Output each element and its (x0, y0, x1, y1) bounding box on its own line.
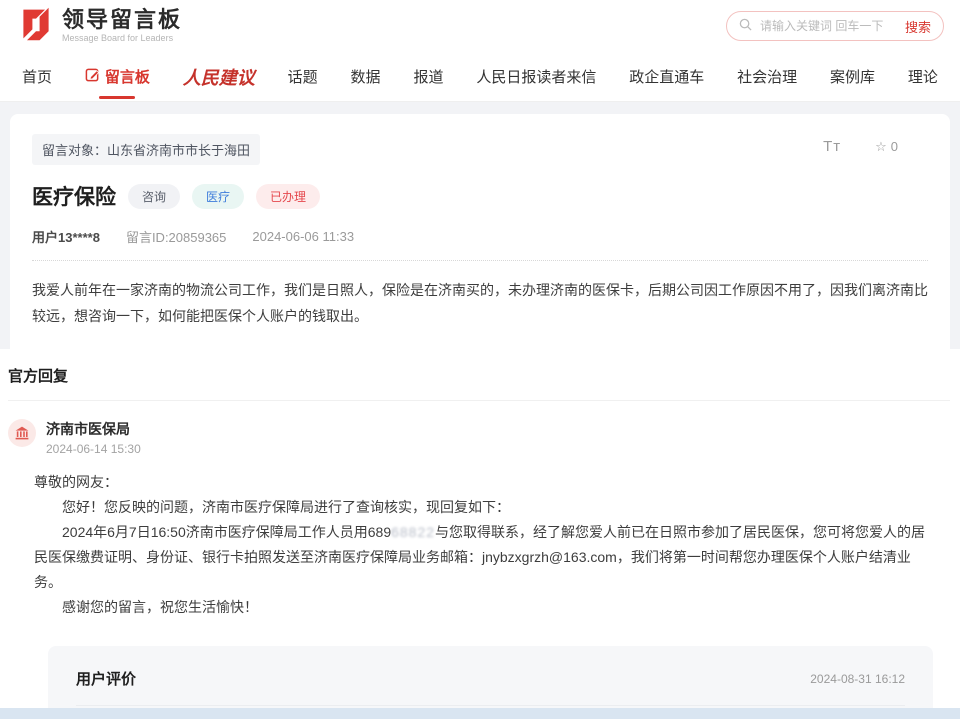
official-reply-section: 官方回复 济南市医保局 2024-06-14 15:30 尊敬的网友： 您好！您… (0, 349, 960, 719)
search-box[interactable]: 搜索 (726, 11, 944, 41)
search-submit-button[interactable]: 搜索 (905, 17, 931, 36)
search-input[interactable] (760, 19, 905, 33)
agency-avatar (8, 419, 36, 447)
message-user: 用户13****8 (32, 227, 100, 246)
tag-handled-status-badge: 已办理 (256, 184, 320, 209)
favorite-button[interactable]: ☆ 0 (875, 139, 898, 155)
nav-item-case-library[interactable]: 案例库 (830, 66, 875, 87)
nav-item-theory[interactable]: 理论 (908, 66, 938, 87)
agency-name: 济南市医保局 (46, 419, 141, 439)
redacted-phone-digits: 68822 (391, 524, 435, 540)
nav-item-data[interactable]: 数据 (351, 66, 381, 87)
logo-subtitle: Message Board for Leaders (62, 33, 182, 43)
main-nav: 首页 留言板 人民建议 话题 数据 报道 人民日报读者来信 政企直通车 社会治理… (0, 52, 960, 102)
message-body: 我爱人前年在一家济南的物流公司工作，我们是日照人，保险是在济南买的，未办理济南的… (32, 277, 928, 329)
page-background: 留言对象：山东省济南市市长于海田 Tт ☆ 0 医疗保险 咨询 医疗 已办理 用… (0, 102, 960, 349)
tag-medical: 医疗 (192, 184, 244, 209)
bottom-page-strip (0, 708, 960, 719)
message-target-badge: 留言对象：山东省济南市市长于海田 (32, 134, 260, 165)
nav-item-home[interactable]: 首页 (22, 66, 52, 87)
dotted-divider (32, 260, 928, 261)
section-divider (8, 400, 950, 401)
message-date: 2024-06-06 11:33 (252, 229, 354, 244)
nav-item-reports[interactable]: 报道 (413, 66, 443, 87)
reply-body: 尊敬的网友： 您好！您反映的问题，济南市医疗保障局进行了查询核实，现回复如下： … (34, 470, 936, 620)
message-card: 留言对象：山东省济南市市长于海田 Tт ☆ 0 医疗保险 咨询 医疗 已办理 用… (10, 114, 950, 349)
nav-item-topics[interactable]: 话题 (288, 66, 318, 87)
reply-paragraph: 您好！您反映的问题，济南市医疗保障局进行了查询核实，现回复如下： (34, 495, 936, 520)
government-building-icon (14, 425, 30, 441)
search-icon (739, 18, 752, 34)
message-board-pencil-icon (85, 67, 100, 86)
official-reply-heading: 官方回复 (8, 365, 950, 386)
nav-item-peoples-suggestions[interactable]: 人民建议 (183, 64, 255, 90)
reply-date: 2024-06-14 15:30 (46, 442, 141, 456)
font-size-icon[interactable]: Tт (823, 138, 841, 155)
favorite-count: 0 (891, 139, 898, 154)
reply-closing: 感谢您的留言，祝您生活愉快！ (34, 595, 936, 620)
message-id: 留言ID:20859365 (126, 227, 226, 246)
evaluation-date: 2024-08-31 16:12 (810, 672, 905, 686)
message-title: 医疗保险 (32, 181, 116, 211)
nav-item-gov-enterprise[interactable]: 政企直通车 (629, 66, 704, 87)
reply-paragraph: 2024年6月7日16:50济南市医疗保障局工作人员用68968822与您取得联… (34, 520, 936, 595)
tag-consultation: 咨询 (128, 184, 180, 209)
site-logo[interactable]: 领导留言板 Message Board for Leaders (18, 6, 182, 47)
logo-mark-icon (18, 6, 54, 47)
nav-item-reader-letters[interactable]: 人民日报读者来信 (476, 66, 596, 87)
evaluation-heading: 用户评价 (76, 668, 136, 689)
reply-salutation: 尊敬的网友： (34, 470, 936, 495)
nav-item-message-board[interactable]: 留言板 (85, 66, 150, 87)
star-outline-icon: ☆ (875, 139, 887, 155)
logo-title: 领导留言板 (62, 9, 182, 31)
evaluation-divider (76, 705, 905, 706)
top-header: 领导留言板 Message Board for Leaders 搜索 (0, 0, 960, 52)
nav-item-social-governance[interactable]: 社会治理 (737, 66, 797, 87)
